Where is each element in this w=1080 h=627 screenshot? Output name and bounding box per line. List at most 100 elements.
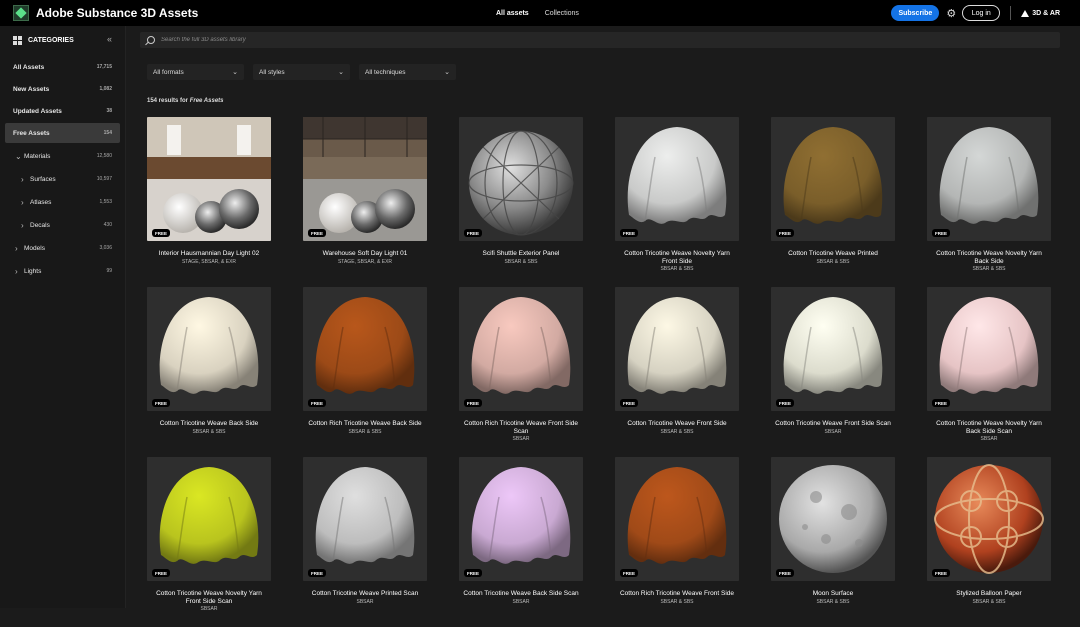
asset-thumbnail[interactable]: FREE (615, 287, 739, 411)
chevron-down-icon: ⌄ (232, 69, 238, 76)
asset-card[interactable]: FREE Cotton Tricotine Weave Back Side SBSA… (147, 287, 271, 457)
sidebar-item-label: All Assets (13, 63, 45, 71)
asset-title[interactable]: Cotton Tricotine Weave Back Side (147, 420, 271, 428)
sidebar-item-count: 1,553 (99, 199, 112, 205)
asset-title[interactable]: Scifi Shuttle Exterior Panel (459, 250, 583, 258)
brand[interactable]: Adobe Substance 3D Assets (13, 5, 198, 21)
asset-card[interactable]: FREE Cotton Tricotine Weave Back Side Sca… (459, 457, 583, 627)
asset-formats: SBSAR & SBS (972, 598, 1006, 605)
sidebar-item-label: Surfaces (30, 175, 56, 183)
login-button[interactable]: Log in (962, 5, 1001, 21)
sidebar-header: CATEGORIES « (0, 26, 125, 54)
asset-card[interactable]: FREE Scifi Shuttle Exterior Panel SBSAR & … (459, 117, 583, 287)
adobe-3d-ar-link[interactable]: 3D & AR (1021, 9, 1060, 17)
asset-title[interactable]: Cotton Tricotine Weave Novelty Yarn Back… (927, 420, 1051, 435)
free-badge: FREE (932, 569, 951, 577)
asset-formats: SBSAR (824, 428, 842, 435)
asset-title[interactable]: Cotton Tricotine Weave Printed Scan (303, 590, 427, 598)
filter-techniques[interactable]: All techniques ⌄ (359, 64, 456, 80)
free-badge: FREE (932, 229, 951, 237)
asset-thumbnail[interactable]: FREE (303, 287, 427, 411)
asset-title[interactable]: Warehouse Soft Day Light 01 (303, 250, 427, 258)
asset-thumbnail[interactable]: FREE (459, 287, 583, 411)
chevron-right-icon: › (15, 243, 18, 253)
subscribe-button[interactable]: Subscribe (891, 5, 940, 21)
sidebar-item-updated-assets[interactable]: Updated Assets 38 (5, 101, 120, 121)
asset-thumbnail[interactable]: FREE (927, 117, 1051, 241)
free-badge: FREE (308, 399, 327, 407)
asset-thumbnail[interactable]: FREE (147, 117, 271, 241)
asset-thumbnail[interactable]: FREE (927, 287, 1051, 411)
asset-title[interactable]: Moon Surface (771, 590, 895, 598)
asset-title[interactable]: Cotton Tricotine Weave Back Side Scan (459, 590, 583, 598)
asset-title[interactable]: Cotton Rich Tricotine Weave Front Side (615, 590, 739, 598)
chevron-right-icon: › (21, 220, 24, 230)
filter-formats[interactable]: All formats ⌄ (147, 64, 244, 80)
asset-thumbnail[interactable]: FREE (771, 287, 895, 411)
asset-card[interactable]: FREE Cotton Tricotine Weave Printed SBSAR … (771, 117, 895, 287)
asset-thumbnail[interactable]: FREE (147, 457, 271, 581)
nav-collections[interactable]: Collections (545, 10, 579, 17)
sidebar-item-models[interactable]: › Models 3,036 (5, 238, 120, 258)
asset-thumbnail[interactable]: FREE (615, 457, 739, 581)
sidebar-item-free-assets[interactable]: Free Assets 154 (5, 123, 120, 143)
asset-title[interactable]: Cotton Rich Tricotine Weave Front Side S… (459, 420, 583, 435)
search-bar[interactable] (140, 32, 1060, 48)
asset-card[interactable]: FREE Cotton Tricotine Weave Novelty Yarn … (927, 117, 1051, 287)
collapse-sidebar-icon[interactable]: « (107, 34, 112, 44)
sidebar-item-all-assets[interactable]: All Assets 17,715 (5, 57, 120, 77)
asset-card[interactable]: FREE Stylized Balloon Paper SBSAR & SBS (927, 457, 1051, 627)
asset-formats: SBSAR & SBS (504, 258, 538, 265)
nav-all-assets[interactable]: All assets (496, 10, 529, 17)
sidebar-item-atlases[interactable]: › Atlases 1,553 (5, 192, 120, 212)
asset-card[interactable]: FREE Cotton Tricotine Weave Novelty Yarn … (615, 117, 739, 287)
filter-bar: All formats ⌄ All styles ⌄ All technique… (147, 64, 456, 80)
sidebar-item-materials[interactable]: ⌄ Materials 12,580 (5, 146, 120, 166)
sidebar-item-label: Decals (30, 221, 50, 229)
asset-thumbnail[interactable]: FREE (459, 457, 583, 581)
asset-thumbnail[interactable]: FREE (147, 287, 271, 411)
asset-card[interactable]: FREE Cotton Tricotine Weave Novelty Yarn … (927, 287, 1051, 457)
adobe-3d-ar-label: 3D & AR (1032, 9, 1060, 17)
sidebar-item-lights[interactable]: › Lights 99 (5, 261, 120, 281)
free-badge: FREE (464, 399, 483, 407)
asset-card[interactable]: FREE Cotton Rich Tricotine Weave Front Si… (459, 287, 583, 457)
filter-styles[interactable]: All styles ⌄ (253, 64, 350, 80)
asset-title[interactable]: Cotton Tricotine Weave Novelty Yarn Fron… (615, 250, 739, 265)
sidebar-item-decals[interactable]: › Decals 430 (5, 215, 120, 235)
asset-card[interactable]: FREE Interior Hausmannian Day Light 02 STA… (147, 117, 271, 287)
app-title: Adobe Substance 3D Assets (36, 6, 199, 20)
asset-formats: SBSAR & SBS (816, 258, 850, 265)
asset-card[interactable]: FREE Cotton Tricotine Weave Printed Scan S… (303, 457, 427, 627)
asset-card[interactable]: FREE Moon Surface SBSAR & SBS (771, 457, 895, 627)
asset-formats: SBSAR & SBS (972, 266, 1006, 272)
search-icon (147, 36, 155, 44)
sidebar-item-surfaces[interactable]: › Surfaces 10,597 (5, 169, 120, 189)
asset-title[interactable]: Stylized Balloon Paper (927, 590, 1051, 598)
asset-thumbnail[interactable]: FREE (771, 457, 895, 581)
asset-title[interactable]: Cotton Tricotine Weave Printed (771, 250, 895, 258)
gear-icon[interactable]: ⚙ (946, 7, 956, 20)
asset-title[interactable]: Cotton Tricotine Weave Novelty Yarn Back… (927, 250, 1051, 265)
asset-card[interactable]: FREE Cotton Rich Tricotine Weave Front Si… (615, 457, 739, 627)
asset-thumbnail[interactable]: FREE (303, 457, 427, 581)
asset-formats: SBSAR & SBS (660, 598, 694, 605)
asset-title[interactable]: Cotton Tricotine Weave Front Side Scan (771, 420, 895, 428)
asset-card[interactable]: FREE Warehouse Soft Day Light 01 STAGE, SB… (303, 117, 427, 287)
sidebar-item-count: 10,597 (96, 176, 112, 182)
asset-thumbnail[interactable]: FREE (615, 117, 739, 241)
asset-thumbnail[interactable]: FREE (771, 117, 895, 241)
asset-title[interactable]: Interior Hausmannian Day Light 02 (147, 250, 271, 258)
asset-card[interactable]: FREE Cotton Rich Tricotine Weave Back Sid… (303, 287, 427, 457)
search-input[interactable] (161, 37, 761, 43)
asset-thumbnail[interactable]: FREE (303, 117, 427, 241)
asset-title[interactable]: Cotton Tricotine Weave Novelty Yarn Fron… (147, 590, 271, 605)
asset-card[interactable]: FREE Cotton Tricotine Weave Front Side SBS… (615, 287, 739, 457)
asset-title[interactable]: Cotton Rich Tricotine Weave Back Side (303, 420, 427, 428)
asset-title[interactable]: Cotton Tricotine Weave Front Side (615, 420, 739, 428)
sidebar-item-new-assets[interactable]: New Assets 1,082 (5, 79, 120, 99)
asset-card[interactable]: FREE Cotton Tricotine Weave Novelty Yarn … (147, 457, 271, 627)
asset-thumbnail[interactable]: FREE (459, 117, 583, 241)
asset-thumbnail[interactable]: FREE (927, 457, 1051, 581)
asset-card[interactable]: FREE Cotton Tricotine Weave Front Side Sc… (771, 287, 895, 457)
